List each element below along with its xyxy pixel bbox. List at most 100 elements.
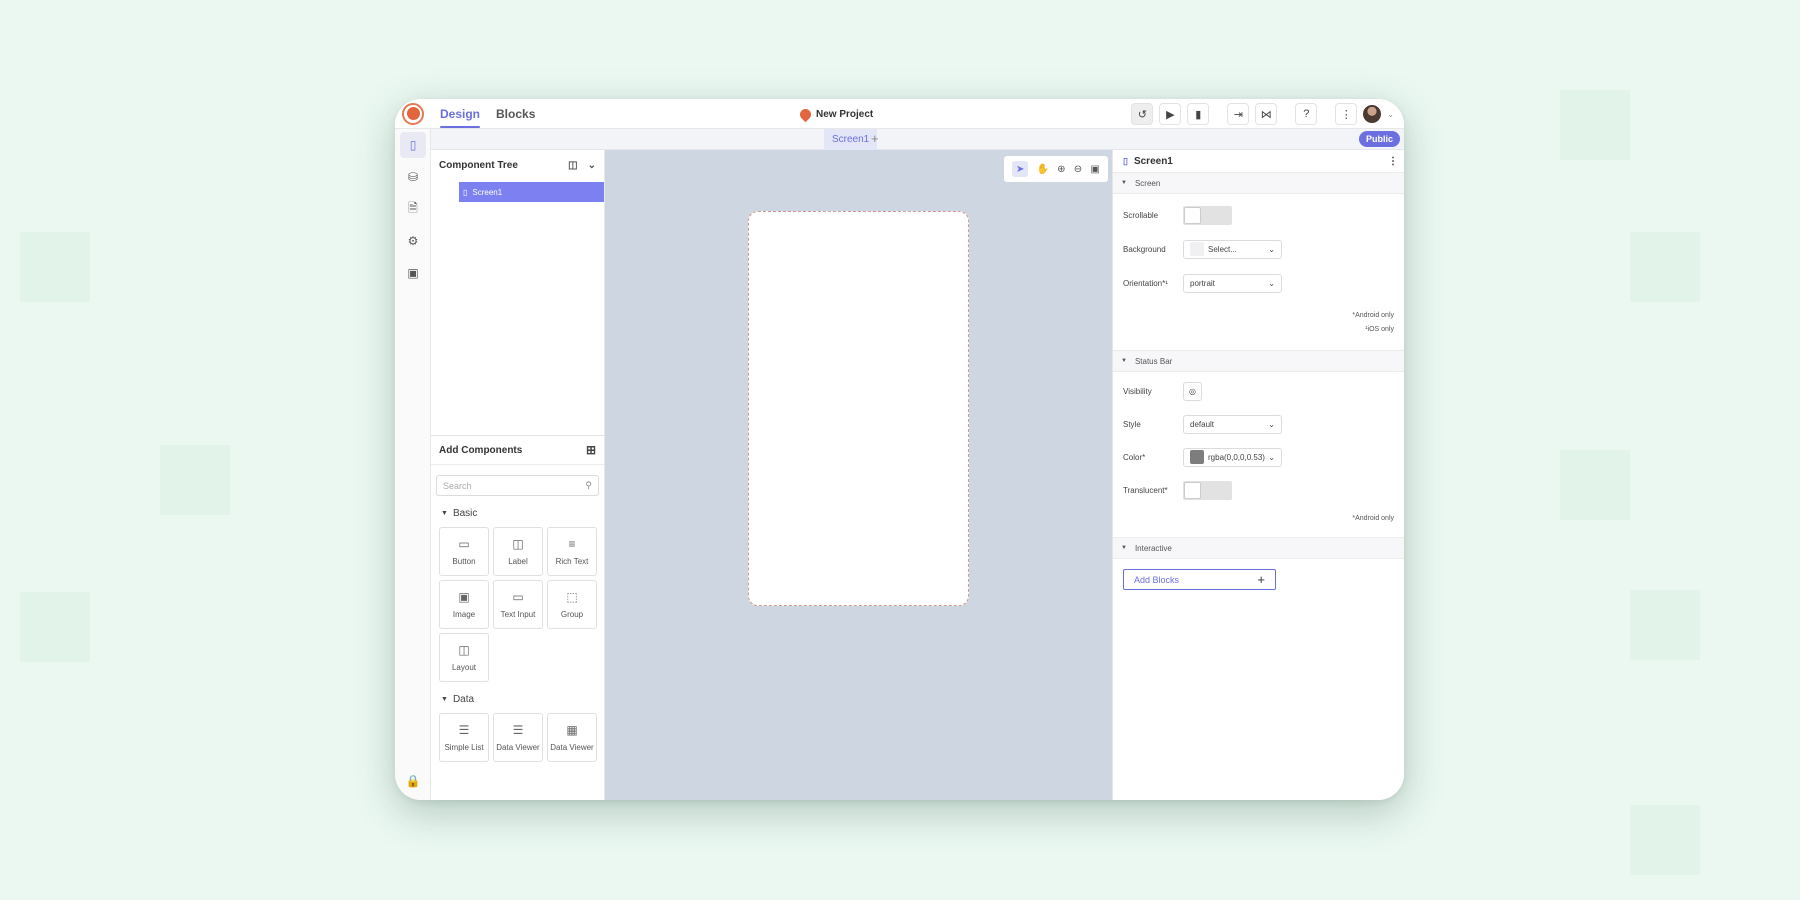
export-icon[interactable]: ⇥ (1227, 103, 1250, 125)
visibility-label: Visibility (1123, 386, 1152, 396)
search-placeholder: Search (443, 480, 472, 491)
project-title[interactable]: New Project (797, 99, 874, 129)
top-bar: Design Blocks New Project ↺ ▶ ▮ ⇥ ⋈ ? ⋮ … (395, 99, 1404, 129)
component-image[interactable]: ▣ Image (439, 580, 489, 629)
section-status-bar[interactable]: ▼ Status Bar (1113, 350, 1404, 372)
tab-blocks[interactable]: Blocks (496, 99, 535, 129)
component-label: Button (452, 556, 476, 566)
component-group[interactable]: ⬚ Group (547, 580, 597, 629)
rich-text-icon: ≡ (568, 536, 576, 551)
section-screen[interactable]: ▼ Screen (1113, 172, 1404, 194)
project-name: New Project (816, 108, 874, 120)
orientation-select[interactable]: portrait ⌄ (1183, 273, 1282, 293)
app-logo[interactable] (402, 102, 424, 125)
button-icon: ▭ (458, 536, 470, 551)
caret-down-icon: ▼ (441, 510, 448, 517)
image-icon: ▣ (458, 589, 470, 604)
settings-icon[interactable]: ⚙ (400, 228, 426, 254)
phone-screen-preview[interactable] (748, 211, 969, 606)
color-select[interactable]: rgba(0,0,0,0.53) ⌄ (1183, 447, 1282, 467)
component-tree-title: Component Tree (439, 159, 518, 171)
caret-down-icon: ▼ (441, 696, 448, 703)
zoom-in-icon[interactable]: ⊕ (1057, 164, 1065, 175)
color-label: Color* (1123, 452, 1146, 462)
chevron-down-icon: ⌄ (1268, 278, 1275, 288)
project-flame-icon (797, 106, 814, 122)
orientation-value: portrait (1190, 278, 1215, 288)
toolbar: ↺ ▶ ▮ ⇥ ⋈ ? ⋮ ⌄ (1131, 99, 1394, 129)
component-label: Group (560, 609, 584, 619)
grid-icon: ▦ (566, 722, 578, 737)
history-icon[interactable]: ↺ (1131, 103, 1154, 125)
tab-screen1[interactable]: Screen1 (824, 129, 878, 150)
properties-panel: ▯ Screen1 ⋮ ▼ Screen Scrollable Backgrou… (1112, 150, 1404, 800)
design-canvas[interactable]: ➤ ✋ ⊕ ⊖ ▣ (605, 150, 1112, 800)
style-select[interactable]: default ⌄ (1183, 414, 1282, 434)
component-simple-list[interactable]: ☰ Simple List (439, 713, 489, 762)
eye-icon[interactable]: ◎ (1183, 381, 1202, 401)
screen-icon: ▯ (1123, 155, 1128, 166)
component-data-viewer[interactable]: ☰ Data Viewer (493, 713, 543, 762)
chevron-down-icon: ⌄ (1268, 244, 1275, 254)
add-blocks-button[interactable]: Add Blocks + (1123, 569, 1276, 590)
component-rich-text[interactable]: ≡ Rich Text (547, 527, 597, 576)
component-tree-panel: Component Tree ◫ ⌄ ▯ Screen1 (431, 150, 605, 435)
add-blocks-label: Add Blocks (1134, 574, 1180, 585)
fit-screen-icon[interactable]: ▣ (1090, 164, 1099, 175)
chevron-down-icon[interactable]: ⌄ (588, 160, 596, 171)
component-label[interactable]: ◫ Label (493, 527, 543, 576)
public-badge[interactable]: Public (1358, 131, 1400, 147)
background-select[interactable]: Select... ⌄ (1183, 239, 1282, 259)
add-screen-button-icon[interactable]: ◫ (568, 160, 577, 171)
screen-icon[interactable]: ▯ (400, 132, 426, 158)
ai-icon[interactable]: ▣ (400, 260, 426, 286)
section-label: Screen (1134, 178, 1161, 188)
play-icon[interactable]: ▶ (1159, 103, 1182, 125)
chevron-down-icon: ⌄ (1268, 452, 1275, 462)
tree-item-screen1[interactable]: ▯ Screen1 (459, 182, 604, 202)
section-data[interactable]: ▼ Data (431, 690, 604, 709)
lock-icon[interactable]: 🔒 (400, 768, 426, 794)
scrollable-label: Scrollable (1123, 210, 1159, 220)
add-box-icon[interactable]: ⊞ (586, 443, 596, 457)
search-icon: ⚲ (585, 480, 592, 490)
add-screen-icon[interactable]: + (871, 131, 879, 146)
more-icon[interactable]: ⋮ (1335, 103, 1358, 125)
tree-item-label: Screen1 (472, 187, 503, 197)
ios-only-note: ¹iOS only (1365, 326, 1394, 333)
color-value: rgba(0,0,0,0.53) (1208, 452, 1265, 462)
preview-icon[interactable]: ▮ (1187, 103, 1210, 125)
help-icon[interactable]: ? (1295, 103, 1318, 125)
component-text-input[interactable]: ▭ Text Input (493, 580, 543, 629)
text-input-icon: ▭ (512, 589, 524, 604)
search-input[interactable]: Search ⚲ (436, 475, 599, 496)
scrollable-toggle[interactable] (1183, 205, 1232, 225)
share-icon[interactable]: ⋈ (1255, 103, 1278, 125)
component-label: Text Input (500, 609, 536, 619)
file-icon[interactable]: 🗎 (400, 196, 426, 222)
hand-icon[interactable]: ✋ (1036, 164, 1048, 175)
avatar[interactable] (1363, 105, 1382, 123)
chevron-down-icon: ⌄ (1268, 419, 1275, 429)
chevron-down-icon[interactable]: ⌄ (1387, 110, 1394, 119)
database-icon[interactable]: ⛁ (400, 164, 426, 190)
style-value: default (1190, 419, 1215, 429)
plus-icon: + (1257, 572, 1265, 587)
section-basic[interactable]: ▼ Basic (431, 504, 604, 523)
more-icon[interactable]: ⋮ (1388, 156, 1398, 167)
component-data-viewer-grid[interactable]: ▦ Data Viewer (547, 713, 597, 762)
android-only-note: *Android only (1352, 515, 1394, 522)
component-label: Simple List (444, 742, 484, 752)
tab-design[interactable]: Design (440, 99, 481, 129)
component-label: Data Viewer (550, 742, 594, 752)
translucent-toggle[interactable] (1183, 480, 1232, 500)
section-interactive[interactable]: ▼ Interactive (1113, 537, 1404, 559)
component-label: Layout (451, 662, 477, 672)
component-layout[interactable]: ◫ Layout (439, 633, 489, 682)
screen-icon: ▯ (463, 187, 468, 197)
data-viewer-icon: ☰ (512, 722, 524, 737)
component-button[interactable]: ▭ Button (439, 527, 489, 576)
background-label: Background (1123, 244, 1166, 254)
select-cursor-icon[interactable]: ➤ (1012, 161, 1029, 177)
zoom-out-icon[interactable]: ⊖ (1074, 164, 1082, 175)
